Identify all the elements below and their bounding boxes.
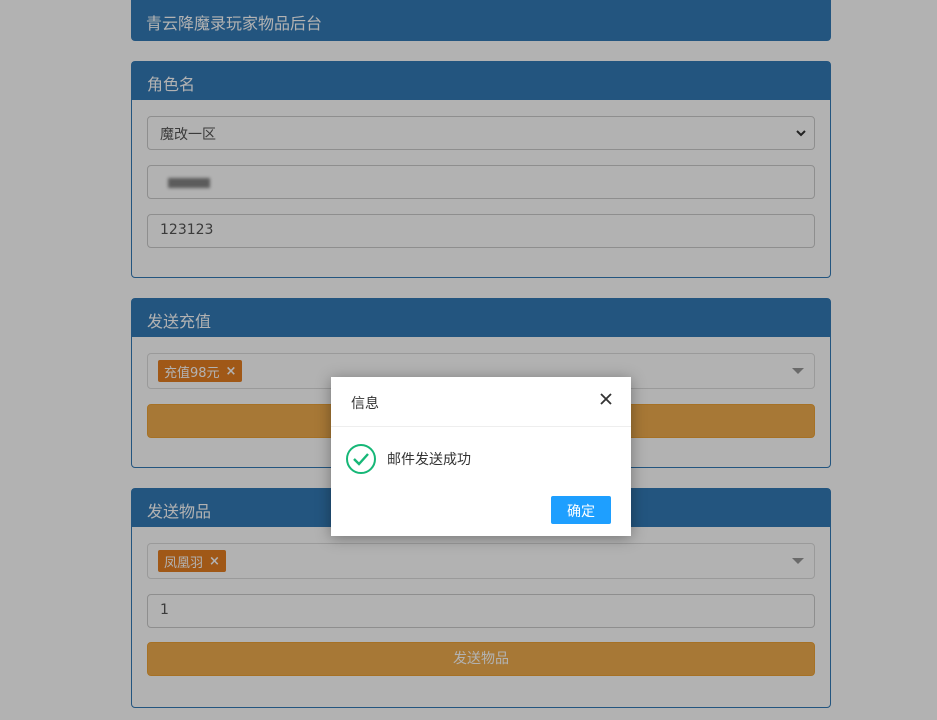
dialog-body: 邮件发送成功 <box>345 443 471 475</box>
dialog-header: 信息 <box>331 377 631 427</box>
close-icon[interactable] <box>597 390 615 408</box>
modal-overlay[interactable] <box>0 0 937 720</box>
dialog-title: 信息 <box>351 396 379 412</box>
info-dialog: 信息 邮件发送成功 确定 <box>331 377 631 536</box>
success-check-icon <box>346 444 376 474</box>
confirm-button[interactable]: 确定 <box>551 496 611 524</box>
dialog-message: 邮件发送成功 <box>387 452 471 468</box>
